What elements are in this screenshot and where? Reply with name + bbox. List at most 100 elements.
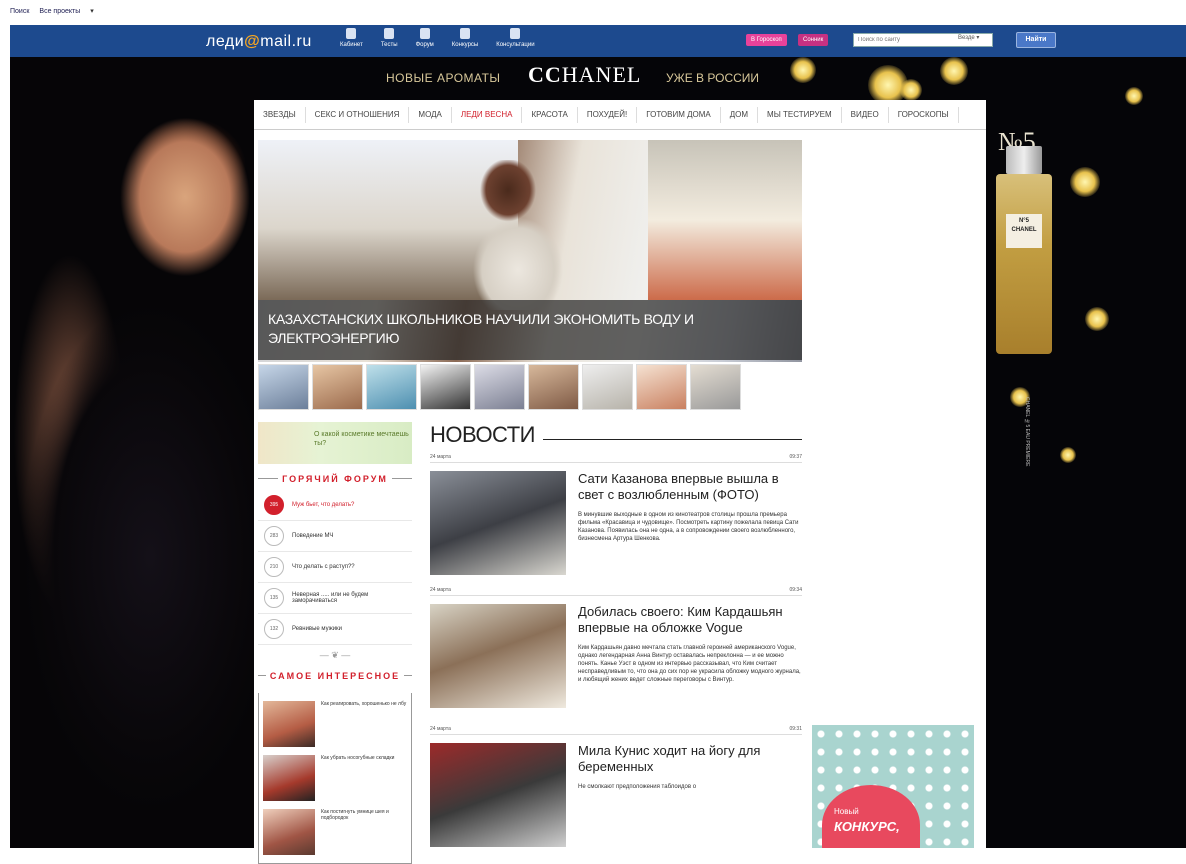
- tab-video[interactable]: ВИДЕО: [842, 106, 889, 123]
- hero-caption[interactable]: КАЗАХСТАНСКИХ ШКОЛЬНИКОВ НАУЧИЛИ ЭКОНОМИ…: [258, 300, 802, 360]
- nav-cabinet[interactable]: Кабинет: [340, 28, 363, 48]
- nav-forum[interactable]: Форум: [416, 28, 434, 48]
- tab-sex-relations[interactable]: СЕКС И ОТНОШЕНИЯ: [306, 106, 410, 123]
- forum-count-badge: 135: [264, 588, 284, 608]
- interesting-thumbnail[interactable]: [263, 701, 315, 747]
- tab-stars[interactable]: ЗВЕЗДЫ: [254, 106, 306, 123]
- hero-thumbnail[interactable]: [258, 364, 309, 410]
- hero-thumbnail[interactable]: [528, 364, 579, 410]
- nav-label: Кабинет: [340, 42, 363, 48]
- contest-icon: [460, 28, 470, 39]
- news-photo[interactable]: [430, 604, 566, 708]
- tab-cooking[interactable]: ГОТОВИМ ДОМА: [637, 106, 721, 123]
- chanel-logo[interactable]: CCHANEL: [528, 62, 641, 88]
- forum-topic-link[interactable]: Муж бьет, что делать?: [292, 502, 354, 508]
- forum-item[interactable]: 135 Неверная ..... или не будем заморачи…: [258, 583, 412, 614]
- hero-thumbnail[interactable]: [312, 364, 363, 410]
- tab-lose-weight[interactable]: ПОХУДЕЙ!: [578, 106, 638, 123]
- site-logo[interactable]: леди@mail.ru: [206, 33, 312, 51]
- nav-contests[interactable]: Конкурсы: [452, 28, 478, 48]
- bokeh-light: [1085, 307, 1109, 331]
- perfume-bottle: N°5 CHANEL: [996, 146, 1052, 354]
- forum-count-badge: 132: [264, 619, 284, 639]
- all-projects-link[interactable]: Все проекты: [39, 8, 80, 15]
- horoscope-button[interactable]: В Гороскоп: [746, 34, 787, 46]
- hero-thumbnail[interactable]: [474, 364, 525, 410]
- heading-rule: [542, 438, 802, 440]
- interesting-thumbnail[interactable]: [263, 755, 315, 801]
- hot-forum-title-text: ГОРЯЧИЙ ФОРУМ: [278, 474, 392, 484]
- news-title-link[interactable]: Мила Кунис ходит на йогу для беременных: [578, 743, 802, 775]
- interesting-item[interactable]: Как реагировать, хорошенько не лбу: [263, 701, 407, 751]
- hero-thumbnail[interactable]: [582, 364, 633, 410]
- news-heading-text: НОВОСТИ: [430, 422, 535, 447]
- hero-girl-image: [448, 160, 578, 310]
- interesting-item[interactable]: Как убрать носогубные складки: [263, 755, 407, 805]
- news-time: 09:34: [789, 587, 802, 593]
- news-photo[interactable]: [430, 743, 566, 847]
- bokeh-light: [1125, 87, 1143, 105]
- news-meta: 24 марта 09:31: [430, 726, 802, 735]
- news-title-link[interactable]: Сати Казанова впервые вышла в свет с воз…: [578, 471, 802, 503]
- tab-beauty[interactable]: КРАСОТА: [522, 106, 578, 123]
- nav-tests[interactable]: Тесты: [381, 28, 398, 48]
- chevron-down-icon: ▾: [90, 8, 94, 15]
- logo-part-right: mail.ru: [260, 33, 312, 50]
- forum-item[interactable]: 132 Ревнивые мужики: [258, 614, 412, 645]
- news-title-link[interactable]: Добилась своего: Ким Кардашьян впервые н…: [578, 604, 802, 636]
- interesting-link[interactable]: Как убрать носогубные складки: [321, 755, 394, 805]
- news-content: Мила Кунис ходит на йогу для беременных …: [578, 743, 802, 847]
- news-time: 09:31: [789, 726, 802, 732]
- hero-thumbnail[interactable]: [690, 364, 741, 410]
- hero-thumbnail[interactable]: [420, 364, 471, 410]
- search-scope-select[interactable]: Везде ▾: [958, 34, 979, 41]
- news-content: Добилась своего: Ким Кардашьян впервые н…: [578, 604, 802, 708]
- news-heading: НОВОСТИ: [430, 422, 802, 448]
- news-photo[interactable]: [430, 471, 566, 575]
- contest-line1: Новый: [834, 807, 859, 816]
- nav-consultations[interactable]: Консультации: [496, 28, 535, 48]
- forum-topic-link[interactable]: Ревнивые мужики: [292, 626, 342, 632]
- cosmetics-banner[interactable]: О какой косметике мечтаешь ты?: [258, 422, 412, 464]
- interesting-link[interactable]: Как постигнуть умнице шея и подбородок: [321, 809, 407, 859]
- person-icon: [346, 28, 357, 39]
- tab-horoscopes[interactable]: ГОРОСКОПЫ: [889, 106, 959, 123]
- news-excerpt: В минувшие выходные в одном из кинотеатр…: [578, 512, 799, 542]
- dreambook-button[interactable]: Сонник: [798, 34, 829, 46]
- forum-item[interactable]: 283 Поведение МЧ: [258, 521, 412, 552]
- contest-banner[interactable]: Новый КОНКУРС,: [812, 725, 974, 848]
- consult-icon: [510, 28, 521, 39]
- tab-home[interactable]: ДОМ: [721, 106, 759, 123]
- find-button[interactable]: Найти: [1016, 32, 1056, 48]
- news-time: 09:37: [789, 454, 802, 460]
- hero-thumbnail[interactable]: [366, 364, 417, 410]
- forum-topic-link[interactable]: Поведение МЧ: [292, 533, 333, 539]
- interesting-item[interactable]: Как постигнуть умнице шея и подбородок: [263, 809, 407, 859]
- search-link[interactable]: Поиск: [10, 8, 29, 15]
- tab-fashion[interactable]: МОДА: [409, 106, 452, 123]
- chanel-wordmark: HANEL: [561, 62, 642, 87]
- forum-item[interactable]: 395 Муж бьет, что делать?: [258, 490, 412, 521]
- news-column: НОВОСТИ 24 марта 09:37 Сати Казанова впе…: [430, 422, 802, 848]
- interesting-thumbnail[interactable]: [263, 809, 315, 855]
- forum-count-badge: 283: [264, 526, 284, 546]
- hero-thumbnail[interactable]: [636, 364, 687, 410]
- ornament-divider: — ❦ —: [319, 650, 351, 660]
- bokeh-light: [790, 57, 816, 83]
- news-meta: 24 марта 09:34: [430, 587, 802, 596]
- forum-topic-link[interactable]: Что делать с раступ??: [292, 564, 355, 570]
- ad-tagline-right: УЖЕ В РОССИИ: [666, 71, 760, 85]
- news-body: Сати Казанова впервые вышла в свет с воз…: [430, 471, 802, 575]
- ad-side-text: CHANEL №5 EAU PREMIERE: [1024, 397, 1030, 467]
- news-date: 24 марта: [430, 454, 451, 460]
- nav-label: Консультации: [496, 42, 535, 48]
- header-nav: Кабинет Тесты Форум Конкурсы Консультаци…: [340, 28, 535, 48]
- interesting-link[interactable]: Как реагировать, хорошенько не лбу: [321, 701, 406, 751]
- tab-lady-spring[interactable]: ЛЕДИ ВЕСНА: [452, 106, 523, 123]
- tab-we-test[interactable]: МЫ ТЕСТИРУЕМ: [758, 106, 842, 123]
- forum-item[interactable]: 210 Что делать с раступ??: [258, 552, 412, 583]
- logo-part-left: леди: [206, 33, 245, 50]
- hero-slider[interactable]: КАЗАХСТАНСКИХ ШКОЛЬНИКОВ НАУЧИЛИ ЭКОНОМИ…: [258, 140, 802, 412]
- news-item: 24 марта 09:34 Добилась своего: Ким Кард…: [430, 587, 802, 708]
- forum-topic-link[interactable]: Неверная ..... или не будем заморачивать…: [292, 592, 412, 604]
